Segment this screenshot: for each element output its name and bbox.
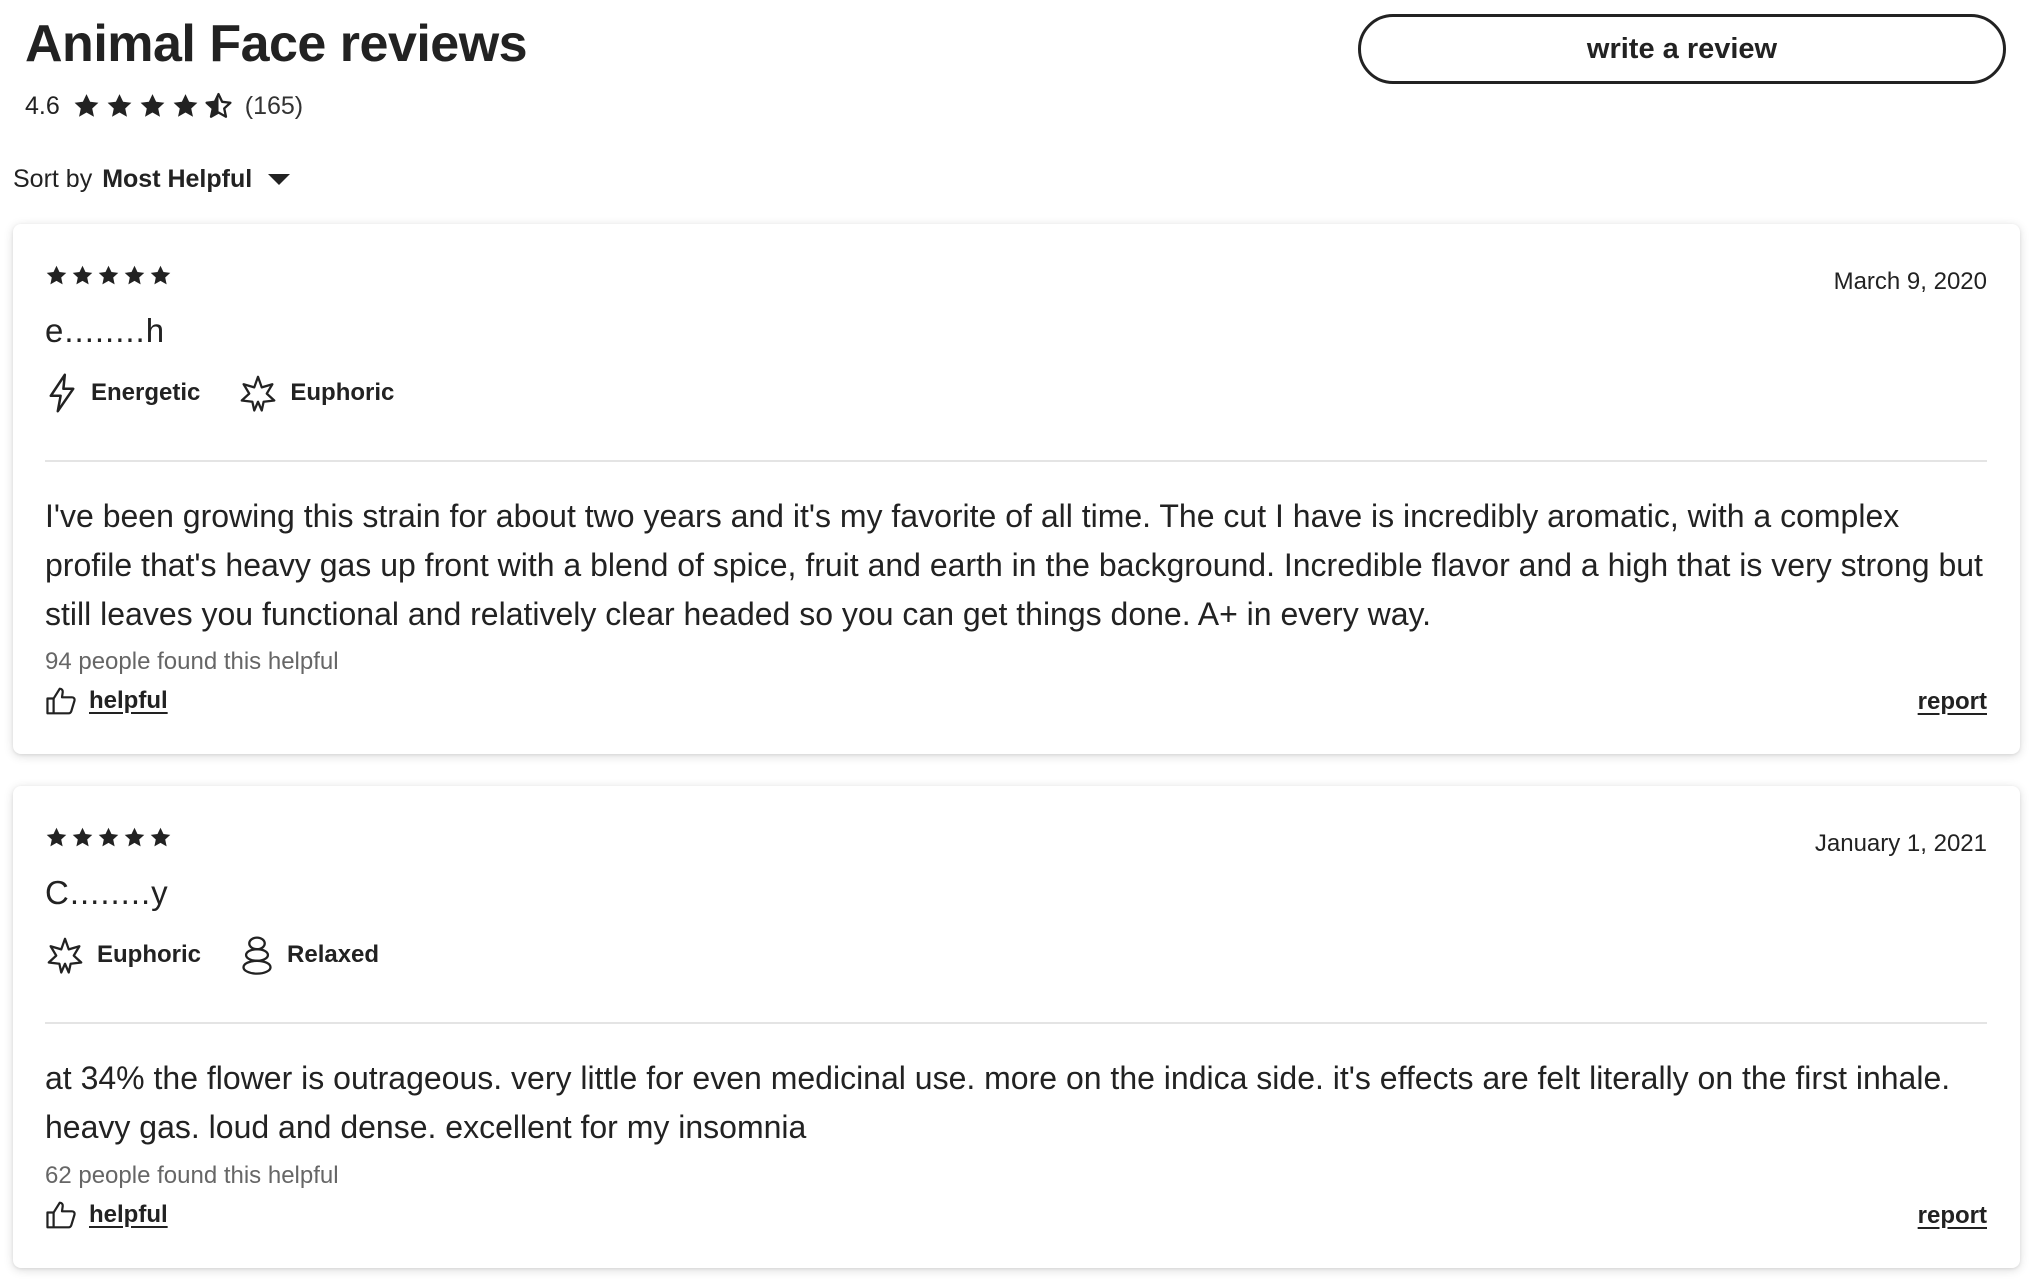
- report-link[interactable]: report: [1918, 688, 1987, 716]
- effect-label: Euphoric: [290, 379, 395, 406]
- effect-label: Euphoric: [97, 941, 202, 968]
- review-date: March 9, 2020: [1833, 268, 1987, 295]
- helpful-count: 62 people found this helpful: [45, 1162, 339, 1189]
- report-link[interactable]: report: [1918, 1202, 1987, 1230]
- star-full-icon: [74, 94, 99, 117]
- star-full-icon: [98, 265, 119, 285]
- star-full-icon: [46, 265, 67, 285]
- star-full-icon: [72, 265, 93, 285]
- effect-label: Relaxed: [287, 941, 380, 968]
- burst-star-icon: [47, 937, 83, 974]
- effect-tag: Euphoric: [45, 935, 201, 975]
- helpful-label: helpful: [89, 1201, 168, 1228]
- stacked-stones-icon: [242, 936, 272, 975]
- star-half-icon: [205, 92, 232, 118]
- star-full-icon: [107, 94, 132, 117]
- effect-tag: Euphoric: [238, 373, 394, 413]
- average-rating: 4.6: [25, 91, 60, 120]
- reviewer-name: e........h: [45, 312, 166, 349]
- star-full-icon: [46, 827, 67, 847]
- star-full-icon: [173, 94, 198, 117]
- review-count: (165): [244, 91, 304, 120]
- star-full-icon: [98, 827, 119, 847]
- review-date: January 1, 2021: [1814, 830, 1987, 857]
- review-text: I've been growing this strain for about …: [45, 498, 1983, 632]
- burst-star-icon: [241, 375, 276, 412]
- caret-down-icon: [268, 174, 291, 185]
- star-full-icon: [150, 265, 171, 285]
- divider: [45, 460, 1987, 462]
- review-card: March 9, 2020 e........h Energetic Eupho…: [13, 224, 2020, 754]
- effect-label: Energetic: [91, 379, 201, 406]
- helpful-label: helpful: [89, 687, 168, 714]
- sort-label: Sort by: [13, 165, 93, 193]
- sort-dropdown[interactable]: Sort by Most Helpful: [13, 165, 291, 194]
- lightning-icon: [49, 373, 75, 413]
- star-full-icon: [124, 827, 145, 847]
- helpful-button[interactable]: helpful: [45, 1200, 168, 1230]
- star-full-icon: [72, 827, 93, 847]
- effect-tag: Energetic: [45, 372, 200, 414]
- average-rating-stars: [72, 92, 233, 120]
- star-full-icon: [150, 827, 171, 847]
- divider: [45, 1022, 1987, 1024]
- rating-summary: 4.6 (165): [25, 88, 303, 124]
- effect-tag: Relaxed: [239, 934, 379, 976]
- review-card: January 1, 2021 C........y Euphoric Rela…: [13, 786, 2020, 1268]
- thumbs-up-icon: [46, 687, 76, 715]
- effect-tags: Euphoric Relaxed: [45, 934, 379, 976]
- review-stars: [45, 826, 172, 849]
- thumbs-up-icon: [46, 1201, 76, 1229]
- helpful-button[interactable]: helpful: [45, 686, 168, 716]
- reviews-page: Animal Face reviews 4.6 (165) write a re…: [0, 0, 2038, 1280]
- sort-value: Most Helpful: [102, 165, 253, 193]
- reviewer-name: C........y: [45, 874, 169, 911]
- helpful-count: 94 people found this helpful: [45, 648, 339, 675]
- effect-tags: Energetic Euphoric: [45, 372, 394, 414]
- star-full-icon: [140, 94, 165, 117]
- page-title: Animal Face reviews: [25, 15, 528, 73]
- star-full-icon: [124, 265, 145, 285]
- review-text: at 34% the flower is outrageous. very li…: [45, 1060, 1951, 1145]
- review-stars: [45, 264, 172, 287]
- write-review-button[interactable]: write a review: [1358, 14, 2006, 84]
